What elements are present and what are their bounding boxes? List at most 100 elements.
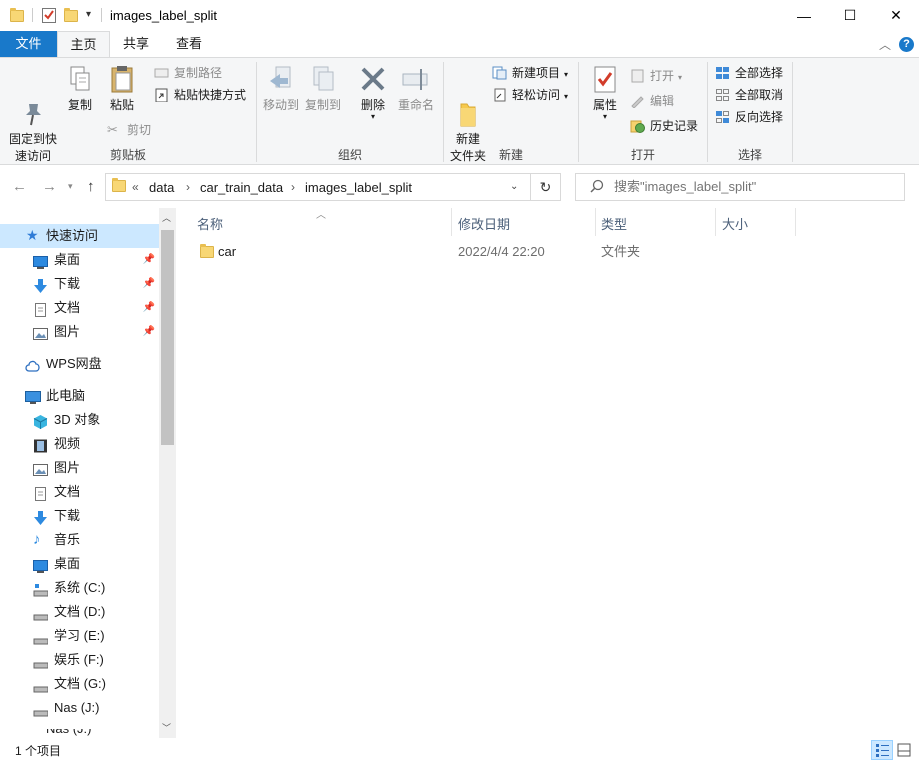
nav-drive-e-label: 学习 (E:) — [54, 628, 105, 643]
item-count: 1 个项目 — [15, 744, 62, 758]
rename-button[interactable]: 重命名 — [396, 64, 436, 114]
refresh-button[interactable]: ↻ — [531, 173, 561, 201]
easy-access-label: 轻松访问 — [512, 88, 561, 102]
minimize-button[interactable]: — — [781, 0, 827, 31]
pinned-icon: 📌 — [142, 254, 155, 265]
nav-qa-documents[interactable]: 文档 📌 — [0, 296, 159, 320]
pictures-icon — [33, 461, 48, 476]
open-button[interactable]: 打开 ▾ — [630, 66, 682, 86]
nav-drive-f[interactable]: 娱乐 (F:) — [0, 648, 159, 672]
table-row[interactable]: car 2022/4/4 22:20 文件夹 — [192, 240, 792, 264]
tab-file[interactable]: 文件 — [0, 31, 57, 57]
search-input[interactable] — [614, 174, 894, 200]
star-icon: ★ — [26, 227, 39, 243]
paste-shortcut-icon — [154, 88, 169, 103]
details-view-button[interactable] — [871, 740, 893, 760]
nav-pc-pictures[interactable]: 图片 — [0, 456, 159, 480]
paste-shortcut-button[interactable]: 粘贴快捷方式 — [154, 85, 246, 105]
nav-pc-music[interactable]: ♪ 音乐 — [0, 528, 159, 552]
nav-scrollbar[interactable]: ︿ ﹀ — [159, 208, 176, 738]
tab-share[interactable]: 共享 — [113, 31, 159, 57]
column-header-name[interactable]: 名称 — [197, 214, 223, 233]
copy-button[interactable]: 复制 — [62, 64, 98, 114]
large-icons-view-icon — [897, 743, 911, 757]
nav-drive-g[interactable]: 文档 (G:) — [0, 672, 159, 696]
tab-view[interactable]: 查看 — [166, 31, 212, 57]
desktop-icon — [33, 557, 48, 573]
edit-button[interactable]: 编辑 — [630, 91, 674, 111]
copy-path-button[interactable]: 复制路径 — [154, 63, 222, 83]
close-button[interactable]: ✕ — [873, 0, 919, 31]
search-icon — [590, 179, 604, 196]
delete-button[interactable]: 删除 ▾ — [355, 64, 391, 121]
details-view-icon — [876, 744, 889, 757]
large-icons-view-button[interactable] — [894, 740, 916, 760]
nav-this-pc-label: 此电脑 — [46, 388, 86, 403]
nav-drive-e[interactable]: 学习 (E:) — [0, 624, 159, 648]
back-arrow-icon[interactable]: ← — [12, 178, 27, 195]
cut-button[interactable]: ✂ 剪切 — [107, 120, 151, 140]
nav-pc-documents[interactable]: 文档 — [0, 480, 159, 504]
copy-to-button[interactable]: 复制到 — [303, 64, 343, 114]
column-header-size[interactable]: 大小 — [722, 214, 748, 233]
move-to-button[interactable]: 移动到 — [261, 64, 301, 114]
properties-button[interactable]: 属性 ▾ — [588, 64, 622, 121]
nav-drive-d-label: 文档 (D:) — [54, 604, 106, 619]
nav-this-pc[interactable]: 此电脑 — [0, 384, 159, 408]
nav-music-label: 音乐 — [54, 532, 81, 547]
nav-pc-downloads[interactable]: 下载 — [0, 504, 159, 528]
folder-icon — [200, 244, 214, 258]
nav-qa-desktop[interactable]: 桌面 📌 — [0, 248, 159, 272]
nav-pc-desktop[interactable]: 桌面 — [0, 552, 159, 576]
collapse-ribbon-icon[interactable]: ︿ — [879, 36, 891, 53]
file-list: ︿ 名称 修改日期 类型 大小 car 2022/4/4 22:20 文件夹 — [176, 208, 919, 738]
select-none-button[interactable]: 全部取消 — [715, 85, 783, 105]
breadcrumb-car-train-data[interactable]: car_train_data — [200, 180, 283, 195]
search-box[interactable] — [575, 173, 905, 201]
3d-cube-icon — [33, 413, 48, 429]
column-header-type[interactable]: 类型 — [601, 214, 627, 233]
recent-locations-icon[interactable]: ▾ — [68, 181, 73, 192]
nav-drive-d[interactable]: 文档 (D:) — [0, 600, 159, 624]
easy-access-button[interactable]: 轻松访问 ▾ — [492, 85, 568, 105]
copy-to-icon — [308, 64, 338, 94]
scroll-down-icon[interactable]: ﹀ — [162, 721, 171, 734]
edit-label: 编辑 — [650, 94, 675, 108]
select-all-button[interactable]: 全部选择 — [715, 63, 783, 83]
customize-quick-access-icon[interactable]: ▾ — [86, 9, 102, 25]
tab-home[interactable]: 主页 — [57, 31, 110, 58]
nav-qa-downloads[interactable]: 下载 📌 — [0, 272, 159, 296]
nav-wps-drive[interactable]: WPS网盘 — [0, 352, 159, 376]
breadcrumb-data[interactable]: data — [149, 180, 174, 195]
column-header-date[interactable]: 修改日期 — [458, 214, 510, 233]
overflow-chevron[interactable]: « — [132, 180, 139, 194]
nav-pc-3d-objects[interactable]: 3D 对象 — [0, 408, 159, 432]
maximize-button[interactable]: ☐ — [827, 0, 873, 31]
nav-scrollbar-thumb[interactable] — [161, 230, 174, 445]
file-name: car — [218, 244, 237, 259]
paste-button[interactable]: 粘贴 — [104, 64, 140, 114]
status-bar: 1 个项目 — [0, 738, 919, 762]
help-icon[interactable]: ? — [899, 37, 914, 52]
up-arrow-icon[interactable]: ↑ — [87, 178, 95, 195]
nav-pc-videos[interactable]: 视频 — [0, 432, 159, 456]
nav-qa-pictures[interactable]: 图片 📌 — [0, 320, 159, 344]
nav-drive-j[interactable]: Nas (J:) — [0, 696, 159, 720]
invert-selection-button[interactable]: 反向选择 — [715, 107, 783, 127]
scroll-up-icon[interactable]: ︿ — [162, 211, 171, 224]
copy-icon — [65, 64, 95, 94]
new-folder-icon[interactable] — [64, 7, 80, 23]
nav-drive-c[interactable]: 系统 (C:) — [0, 576, 159, 600]
properties-checkmark-icon[interactable] — [42, 7, 58, 23]
new-item-button[interactable]: 新建项目 ▾ — [492, 63, 568, 83]
properties-icon — [590, 64, 620, 94]
nav-partial-item[interactable]: Nas (J:) — [0, 729, 159, 738]
address-dropdown-icon[interactable]: ⌄ — [510, 181, 518, 192]
forward-arrow-icon[interactable]: → — [42, 178, 57, 195]
breadcrumb-images-label-split[interactable]: images_label_split — [305, 180, 412, 195]
pinned-icon: 📌 — [142, 302, 155, 313]
history-button[interactable]: 历史记录 — [630, 116, 698, 136]
nav-quick-access[interactable]: ★ 快速访问 — [0, 224, 159, 248]
address-box[interactable]: « data › car_train_data › images_label_s… — [105, 173, 531, 201]
properties-label: 属性 — [592, 98, 617, 112]
